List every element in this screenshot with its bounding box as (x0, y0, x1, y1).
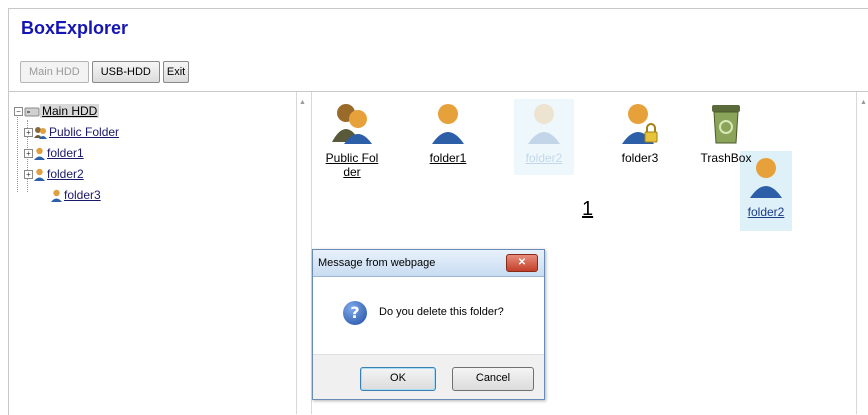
tree-item-label: folder2 (47, 167, 84, 181)
tree-expand-toggle[interactable]: + (24, 148, 33, 158)
item-label: folder2 (525, 151, 563, 165)
app-title: BoxExplorer (21, 18, 129, 38)
tree-item-label: Public Folder (49, 125, 120, 139)
user-folder-icon (34, 147, 45, 160)
usb-hdd-button[interactable]: USB-HDD (91, 61, 160, 83)
page-number[interactable]: 1 (582, 198, 593, 221)
grid-item-folder1[interactable]: folder1 (412, 102, 484, 165)
tree-item-folder2[interactable]: + folder2 (24, 167, 84, 181)
folder-tree-pane: − Main HDD + Public Folder + folder1 + f… (9, 92, 296, 414)
close-icon[interactable]: ✕ (506, 254, 538, 272)
cancel-button[interactable]: Cancel (452, 367, 534, 391)
exit-button[interactable]: Exit (162, 61, 190, 83)
grid-item-folder3[interactable]: folder3 (604, 102, 676, 165)
tree-root-label: Main HDD (40, 104, 100, 118)
left-pane-scrollbar[interactable]: ▲ (296, 92, 312, 414)
user-folder-icon (432, 104, 464, 144)
item-label: folder3 (621, 151, 659, 165)
grid-item-folder2-ghost[interactable]: folder2 (508, 102, 580, 165)
item-label: folder1 (429, 151, 467, 165)
dialog-title: Message from webpage (318, 257, 436, 269)
scroll-up-icon[interactable]: ▲ (860, 99, 867, 106)
toolbar: Main HDD USB-HDD Exit (20, 61, 190, 83)
hard-drive-icon (24, 107, 40, 117)
group-user-icon (34, 126, 47, 139)
user-folder-icon (750, 158, 782, 198)
user-folder-icon (528, 104, 560, 144)
dragging-folder2[interactable]: folder2 (730, 156, 802, 219)
right-pane-scrollbar[interactable]: ▲ (856, 92, 868, 414)
tree-item-label: folder1 (47, 146, 84, 160)
main-hdd-button[interactable]: Main HDD (20, 61, 89, 83)
tree-guide-line (17, 108, 18, 192)
dialog-message: Do you delete this folder? (379, 306, 504, 318)
tree-item-folder3[interactable]: folder3 (51, 188, 101, 202)
dialog-footer: OK Cancel (313, 354, 544, 399)
group-user-icon (332, 104, 372, 144)
grid-item-public-folder[interactable]: Public Fol der (316, 102, 388, 179)
ok-button[interactable]: OK (360, 367, 436, 391)
tree-item-label: folder3 (64, 188, 101, 202)
tree-item-public-folder[interactable]: + Public Folder (24, 125, 119, 139)
tree-item-folder1[interactable]: + folder1 (24, 146, 84, 160)
scroll-up-icon[interactable]: ▲ (299, 99, 306, 106)
tree-root[interactable]: − Main HDD (14, 104, 100, 118)
locked-user-folder-icon (622, 104, 658, 144)
tree-collapse-toggle[interactable]: − (14, 106, 23, 116)
trash-box-icon (712, 105, 740, 144)
tree-expand-toggle[interactable]: + (24, 169, 33, 179)
tree-expand-toggle[interactable]: + (24, 127, 33, 137)
dialog-title-bar[interactable]: Message from webpage ✕ (313, 250, 544, 277)
item-label: folder2 (747, 205, 785, 219)
item-label: Public Fol der (325, 151, 379, 179)
confirm-dialog: Message from webpage ✕ ? Do you delete t… (312, 249, 545, 400)
user-folder-icon (51, 189, 62, 202)
question-icon: ? (343, 301, 367, 325)
dialog-body: ? Do you delete this folder? (313, 277, 544, 354)
user-folder-icon (34, 168, 45, 181)
